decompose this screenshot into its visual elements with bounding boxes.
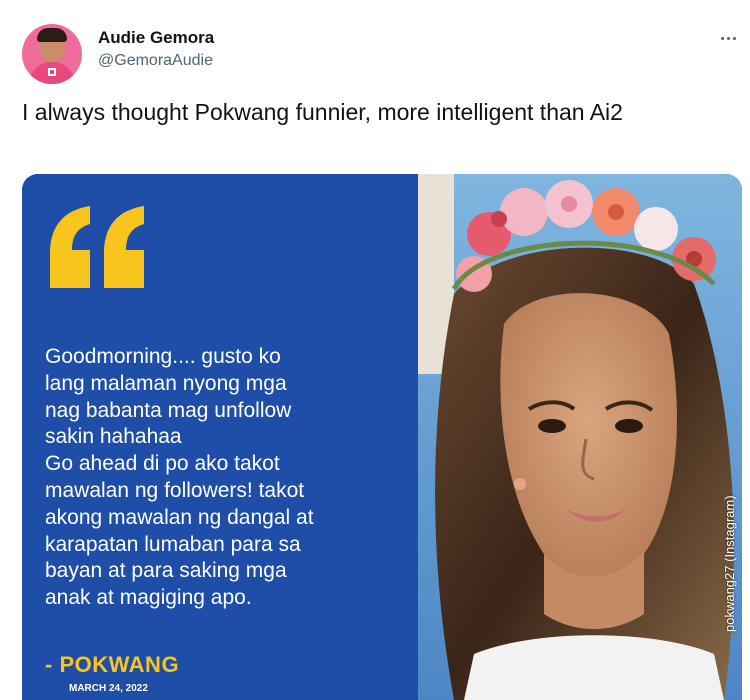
quote-author: - POKWANG xyxy=(45,652,180,677)
photo-credit: pokwang27 (Instagram) xyxy=(722,495,737,632)
tweet-media-image[interactable]: Goodmorning.... gusto ko lang malaman ny… xyxy=(22,174,742,700)
more-dot xyxy=(732,36,736,40)
author-handle[interactable]: @GemoraAudie xyxy=(98,52,213,70)
quote-date: MARCH 24, 2022 xyxy=(69,683,148,694)
more-dot xyxy=(726,36,730,40)
portrait-photo xyxy=(394,174,742,700)
avatar[interactable] xyxy=(22,24,82,84)
quote-mark-icon xyxy=(50,206,144,288)
author-display-name[interactable]: Audie Gemora xyxy=(98,28,214,48)
tweet-text: I always thought Pokwang funnier, more i… xyxy=(22,99,623,125)
quote-body-text: Goodmorning.... gusto ko lang malaman ny… xyxy=(45,345,314,610)
more-options-icon[interactable] xyxy=(716,26,740,50)
avatar-hair xyxy=(37,28,67,42)
avatar-shirt-logo xyxy=(48,68,56,76)
more-dot xyxy=(720,36,724,40)
tweet-card: Audie Gemora @GemoraAudie I always thoug… xyxy=(0,0,750,700)
